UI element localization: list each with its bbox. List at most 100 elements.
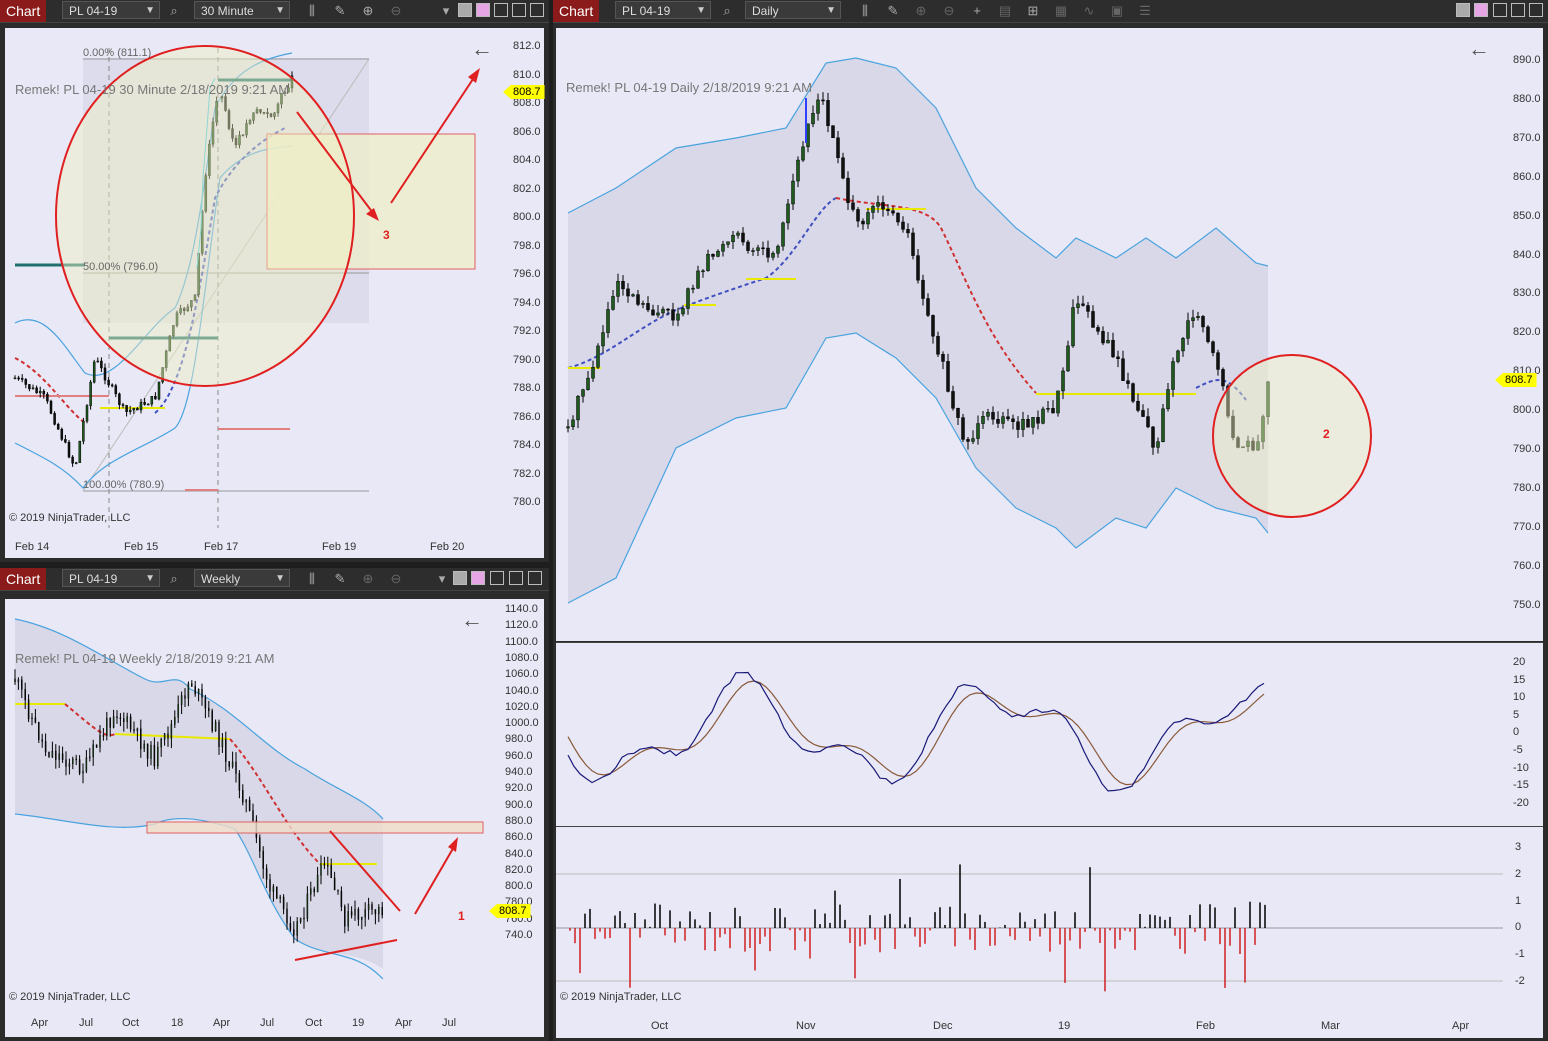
back-arrow-icon[interactable]: ← <box>471 36 493 62</box>
candle <box>971 438 975 442</box>
bar-type-icon[interactable]: ⫼ <box>304 3 320 19</box>
volume-axis[interactable]: 3 2 1 0 -1 -2 <box>1503 826 1543 1017</box>
interval-selector[interactable]: Daily ▼ <box>745 1 841 19</box>
y-tick-12: 900.0 <box>505 798 533 811</box>
candle <box>576 396 580 421</box>
instrument-selector[interactable]: PL 04-19 ▼ <box>62 1 160 19</box>
dropdown-icon[interactable]: ▾ <box>434 571 450 587</box>
y-tick-14: 860.0 <box>505 831 533 844</box>
bar <box>150 744 152 759</box>
dropdown-icon[interactable]: ▾ <box>438 3 454 19</box>
tile-pink-button[interactable] <box>1474 3 1488 17</box>
close-button[interactable] <box>528 571 542 585</box>
candle <box>110 384 114 387</box>
bar-type-icon[interactable]: ⫼ <box>304 571 320 587</box>
tile-pink-button[interactable] <box>471 571 485 585</box>
zoom-in-icon[interactable]: ⊕ <box>913 3 929 19</box>
time-axis[interactable]: Oct Nov Dec 19 Feb Mar Apr <box>556 1016 1543 1038</box>
tile-gray-button[interactable] <box>1456 3 1470 17</box>
candle <box>981 416 985 424</box>
instrument-selector[interactable]: PL 04-19 ▼ <box>62 569 160 587</box>
bar <box>374 909 377 915</box>
candle <box>17 377 20 380</box>
price-axis[interactable]: 1140.0 1120.0 1100.0 1080.0 1060.0 1040.0 1020… <box>489 599 544 1009</box>
interval-selector[interactable]: 30 Minute ▼ <box>194 1 290 19</box>
price-plot[interactable]: Remek! PL 04-19 Daily 2/18/2019 9:21 AM … <box>556 28 1503 641</box>
oscillator-plot[interactable] <box>556 642 1503 826</box>
save-icon[interactable]: ▣ <box>1109 3 1125 19</box>
y-tick-9: 794.0 <box>513 296 541 309</box>
indicators-icon[interactable]: ⊞ <box>1025 3 1041 19</box>
candle <box>1086 305 1090 312</box>
time-axis[interactable]: Feb 14 Feb 15 Feb 17 Feb 19 Feb 20 <box>5 538 544 558</box>
instrument-value: PL 04-19 <box>69 4 118 18</box>
instrument-selector[interactable]: PL 04-19 ▼ <box>615 1 711 19</box>
annotation-label: 1 <box>458 909 465 923</box>
bar-type-icon[interactable]: ⫼ <box>857 3 873 19</box>
last-price-tag: 808.7 <box>1495 373 1537 387</box>
crosshair-icon[interactable]: + <box>969 3 985 19</box>
zoom-in-icon[interactable]: ⊕ <box>360 571 376 587</box>
bar <box>214 721 217 732</box>
drawing-tool-icon[interactable]: ✎ <box>332 3 348 19</box>
price-axis[interactable]: 890.0 880.0 870.0 860.0 850.0 840.0 830.0 820.0… <box>1495 28 1543 641</box>
y-tick-10: 792.0 <box>513 325 541 337</box>
x-tick-3: 19 <box>1058 1020 1071 1032</box>
close-button[interactable] <box>1529 3 1543 17</box>
back-arrow-icon[interactable]: ← <box>461 607 483 633</box>
zoom-out-icon[interactable]: ⊖ <box>388 571 404 587</box>
tile-gray-button[interactable] <box>458 3 472 17</box>
chart-menu-button[interactable]: Chart <box>0 568 47 590</box>
zoom-out-icon[interactable]: ⊖ <box>388 3 404 19</box>
minimize-button[interactable] <box>494 3 508 17</box>
chart-menu-button[interactable]: Chart <box>553 0 600 22</box>
zoom-out-icon[interactable]: ⊖ <box>941 3 957 19</box>
search-icon[interactable]: ⌕ <box>719 3 735 19</box>
vol-tick-5: -2 <box>1515 975 1525 987</box>
time-axis[interactable]: Apr Jul Oct 18 Apr Jul Oct 19 Apr Jul <box>5 1009 544 1037</box>
restore-button[interactable] <box>1511 3 1525 17</box>
y-tick-20: 740.0 <box>505 929 533 941</box>
bar <box>208 707 210 712</box>
properties-icon[interactable]: ▤ <box>997 3 1013 19</box>
templates-icon[interactable]: ∿ <box>1081 3 1097 19</box>
search-icon[interactable]: ⌕ <box>166 3 182 19</box>
search-icon[interactable]: ⌕ <box>166 571 182 587</box>
zoom-in-icon[interactable]: ⊕ <box>360 3 376 19</box>
minimize-button[interactable] <box>1493 3 1507 17</box>
candle <box>1136 400 1140 411</box>
bar <box>323 863 326 866</box>
minimize-button[interactable] <box>490 571 504 585</box>
data-box-icon[interactable]: ☰ <box>1137 3 1153 19</box>
y-tick-8: 796.0 <box>513 268 541 280</box>
price-axis[interactable]: 812.0 810.0 808.0 806.0 804.0 802.0 800.0 798.0… <box>503 28 545 538</box>
oscillator-axis[interactable]: 20 15 10 5 0 -5 -10 -15 -20 <box>1503 642 1543 826</box>
bar <box>34 717 37 723</box>
highlight-circle <box>1212 354 1372 518</box>
bar <box>184 695 186 699</box>
candle <box>781 222 785 247</box>
strategies-icon[interactable]: ▦ <box>1053 3 1069 19</box>
tile-pink-button[interactable] <box>476 3 490 17</box>
restore-button[interactable] <box>512 3 526 17</box>
y-tick-13: 760.0 <box>1513 559 1541 572</box>
bar <box>316 874 319 893</box>
y-tick-7: 1000.0 <box>505 717 539 730</box>
restore-button[interactable] <box>509 571 523 585</box>
bar <box>276 886 278 899</box>
drawing-tool-icon[interactable]: ✎ <box>885 3 901 19</box>
chart-menu-button[interactable]: Chart <box>0 0 47 22</box>
price-plot[interactable]: Remek! PL 04-19 Weekly 2/18/2019 9:21 AM… <box>5 599 497 1009</box>
bar <box>191 683 193 687</box>
candle <box>936 335 940 355</box>
x-tick-0: Oct <box>651 1020 669 1032</box>
back-arrow-icon[interactable]: ← <box>1468 36 1490 62</box>
bar <box>282 896 285 910</box>
volume-delta-plot[interactable]: © 2019 NinjaTrader, LLC <box>556 826 1503 1017</box>
candle <box>601 332 605 347</box>
interval-selector[interactable]: Weekly ▼ <box>194 569 290 587</box>
close-button[interactable] <box>530 3 544 17</box>
tile-gray-button[interactable] <box>453 571 467 585</box>
drawing-tool-icon[interactable]: ✎ <box>332 571 348 587</box>
price-plot[interactable]: Remek! PL 04-19 30 Minute 2/18/2019 9:21… <box>5 28 503 538</box>
